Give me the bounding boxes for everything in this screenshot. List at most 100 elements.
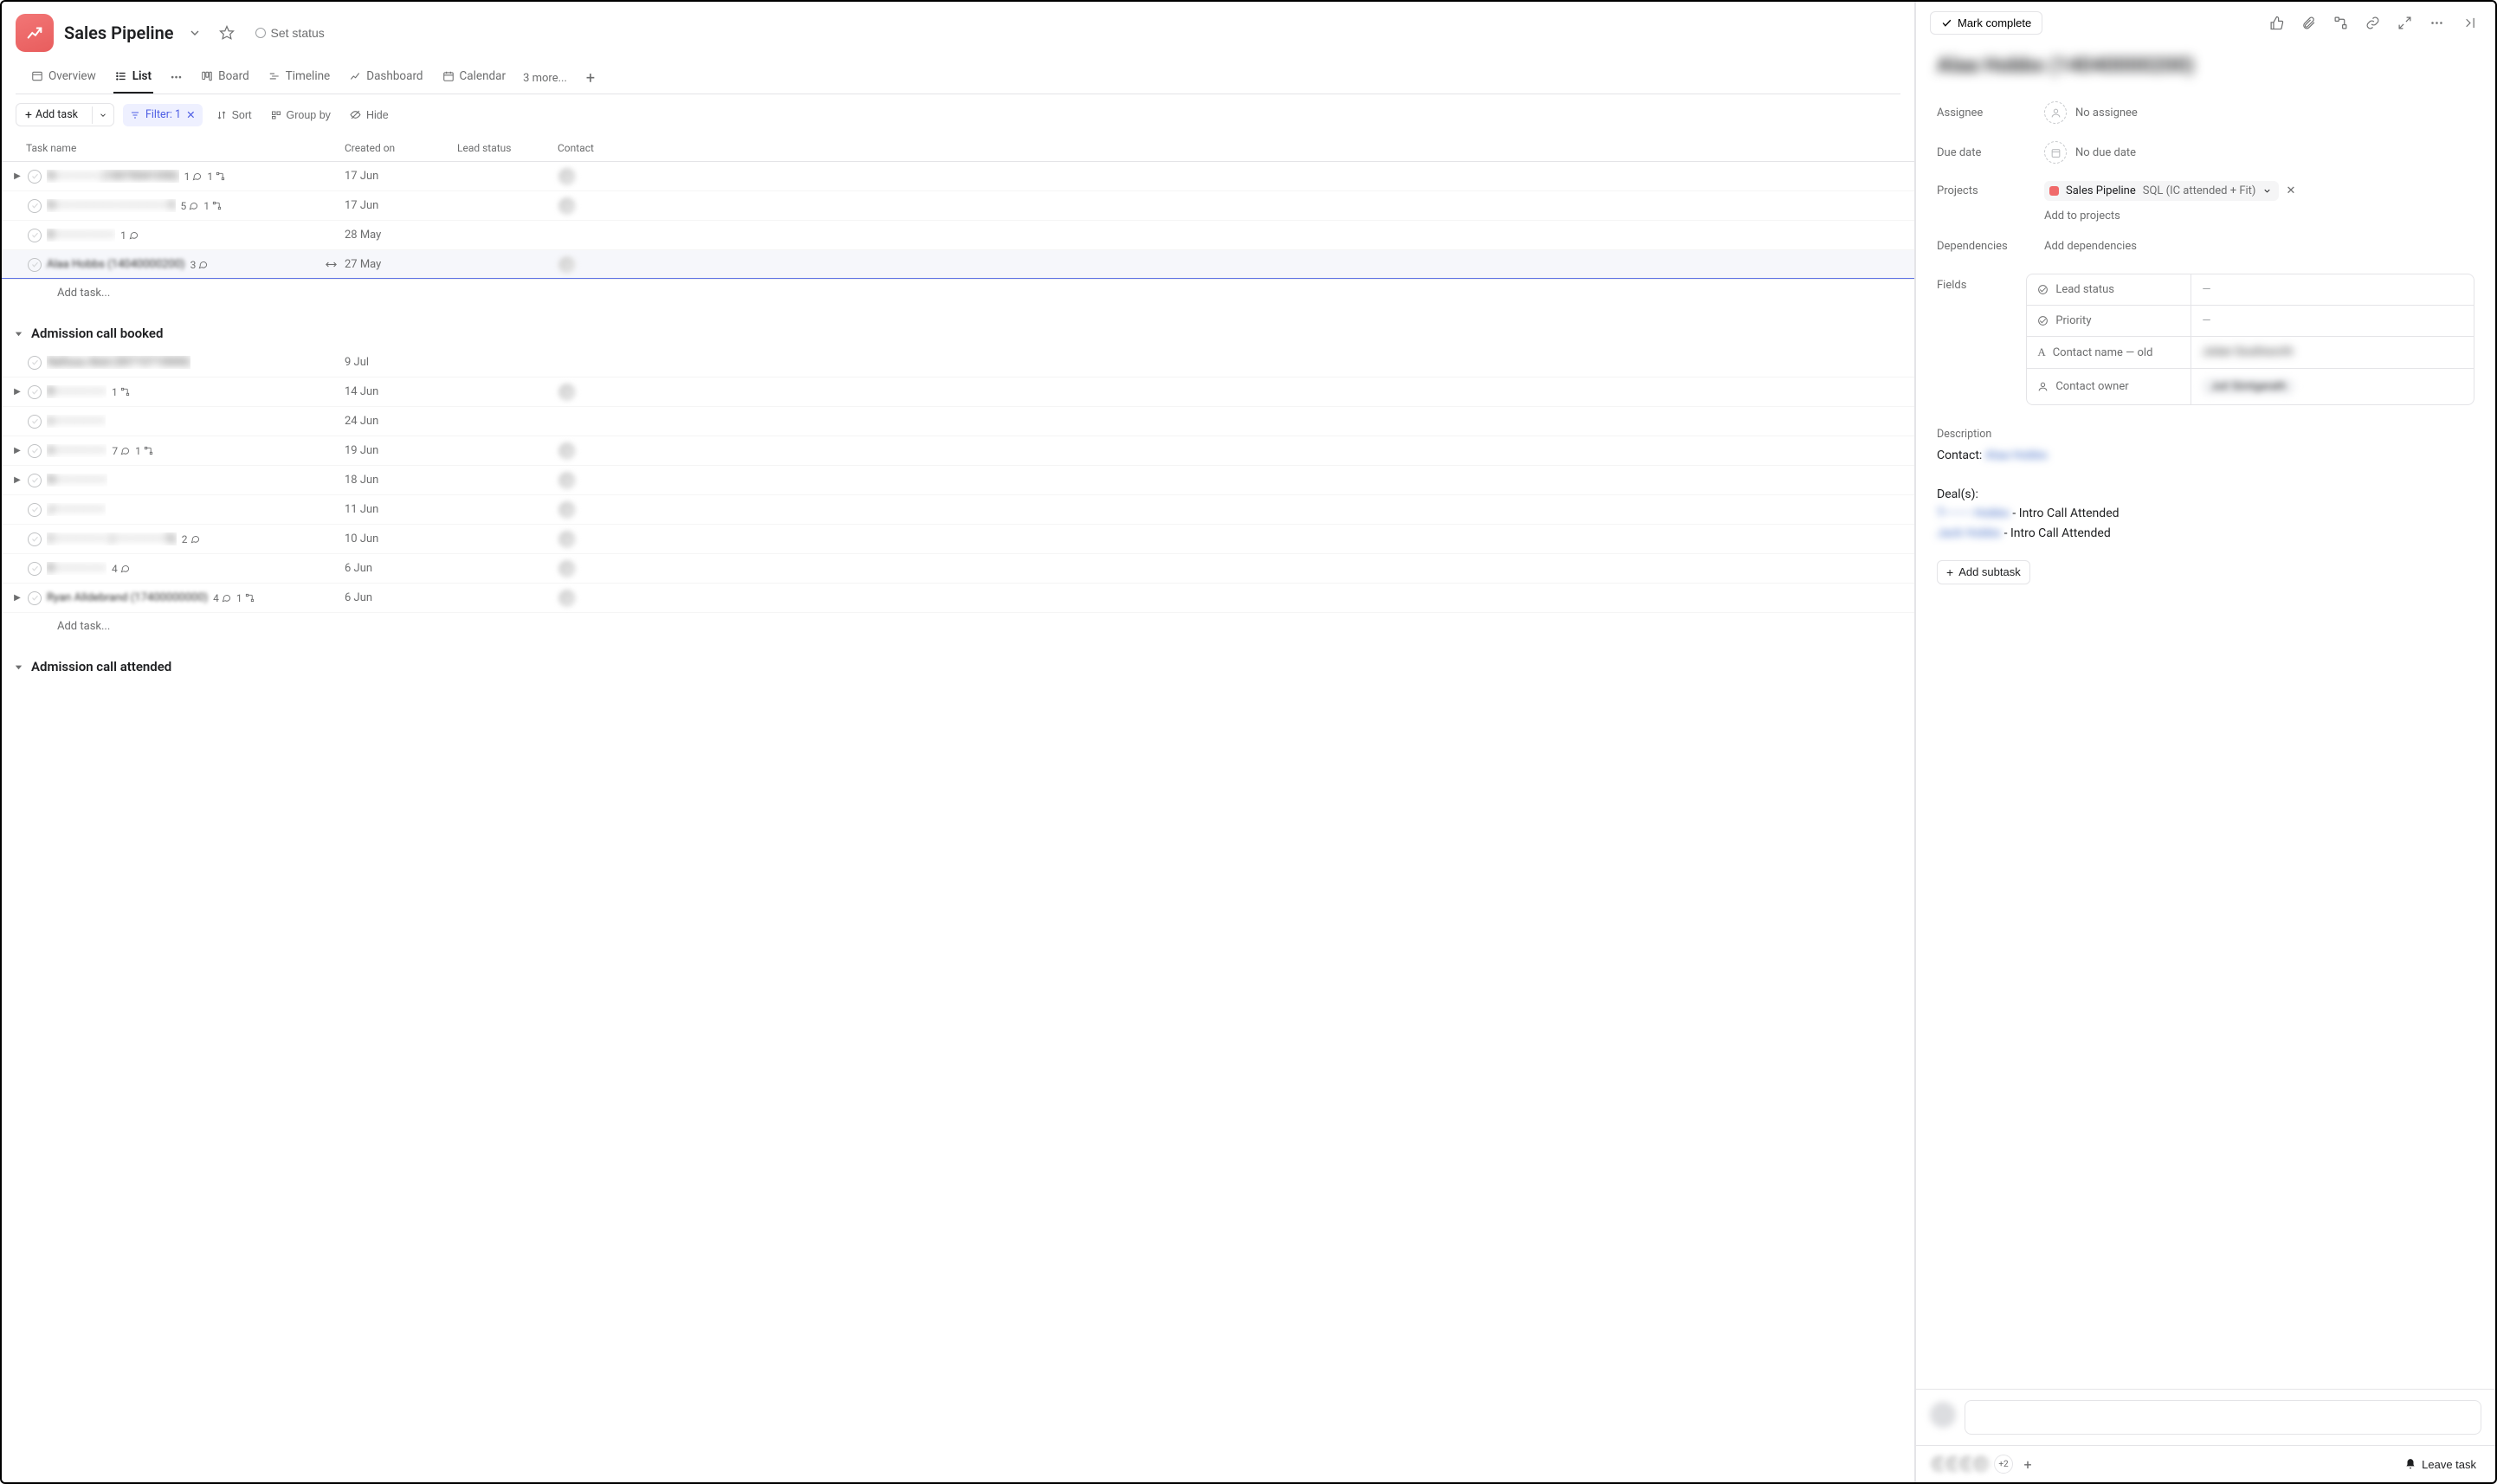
task-row[interactable]: ▶Alaa Hobbs (14040000200)3 27 May <box>2 250 1914 280</box>
created-date: 18 Jun <box>345 474 457 487</box>
tab-overview[interactable]: Overview <box>29 62 98 94</box>
add-subtask-button[interactable]: +Add subtask <box>1937 560 2030 584</box>
attachment-icon[interactable] <box>2296 10 2321 35</box>
field-lead-status[interactable]: Lead status — <box>2027 274 2474 306</box>
set-status-button[interactable]: Set status <box>248 23 332 43</box>
task-row[interactable]: ▶N————— (10070041050)1 1 17 Jun <box>2 162 1914 191</box>
deal-link-2[interactable]: Jack Hobbs <box>1937 526 2001 540</box>
duedate-value[interactable]: No due date <box>2044 141 2474 164</box>
expand-caret-icon[interactable]: ▶ <box>12 387 23 397</box>
column-created[interactable]: Created on <box>345 142 457 154</box>
assignee-value[interactable]: No assignee <box>2044 101 2474 124</box>
tab-board[interactable]: Board <box>199 62 251 94</box>
expand-caret-icon[interactable]: ▶ <box>12 171 23 181</box>
complete-checkbox[interactable] <box>28 562 42 576</box>
like-icon[interactable] <box>2264 10 2289 35</box>
field-priority[interactable]: Priority — <box>2027 306 2474 337</box>
column-taskname[interactable]: Task name <box>2 142 345 154</box>
task-row[interactable]: ▶Nafissa Abid (00710710000)9 Jul <box>2 348 1914 377</box>
dependencies-label: Dependencies <box>1937 240 2044 253</box>
chevron-down-icon[interactable] <box>2262 186 2272 196</box>
field-contact-name-old[interactable]: AContact name — old Julian Southworth <box>2027 337 2474 369</box>
comment-count-badge: 4 <box>112 563 130 575</box>
complete-checkbox[interactable] <box>28 229 42 242</box>
complete-checkbox[interactable] <box>28 170 42 184</box>
section-caret-icon[interactable] <box>12 661 24 673</box>
field-contact-owner[interactable]: Contact owner Juli Söntgerath <box>2027 369 2474 404</box>
filter-clear-icon[interactable]: ✕ <box>186 108 195 122</box>
expand-icon[interactable] <box>2392 10 2417 35</box>
subtask-icon[interactable] <box>2328 10 2353 35</box>
task-row[interactable]: ▶n——————24 Jun <box>2 407 1914 436</box>
more-tabs[interactable]: 3 more... <box>523 72 567 85</box>
complete-checkbox[interactable] <box>28 591 42 605</box>
hide-button[interactable]: Hide <box>345 106 394 125</box>
close-panel-icon[interactable] <box>2456 10 2481 35</box>
complete-checkbox[interactable] <box>28 532 42 546</box>
task-row[interactable]: ▶B———————1 28 May <box>2 221 1914 250</box>
task-detail-title[interactable]: Alaa Hobbs (14040000200) <box>1937 44 2474 93</box>
complete-checkbox[interactable] <box>28 258 42 272</box>
remove-project-icon[interactable]: ✕ <box>2284 184 2297 197</box>
complete-checkbox[interactable] <box>28 385 42 399</box>
project-dropdown-chevron[interactable] <box>184 23 205 43</box>
group-by-button[interactable]: Group by <box>266 106 336 125</box>
column-contact[interactable]: Contact <box>558 142 610 154</box>
task-row[interactable]: ▶B——————1 14 Jun <box>2 377 1914 407</box>
expand-caret-icon[interactable]: ▶ <box>12 593 23 603</box>
filter-chip[interactable]: Filter: 1 ✕ <box>123 104 203 126</box>
add-task-button[interactable]: +Add task <box>16 103 114 126</box>
tab-timeline[interactable]: Timeline <box>267 62 332 94</box>
add-dependencies[interactable]: Add dependencies <box>2044 240 2137 253</box>
more-icon[interactable] <box>2424 10 2449 35</box>
person-icon <box>2044 101 2067 124</box>
complete-checkbox[interactable] <box>28 415 42 429</box>
task-name: N————— (10070041050) <box>47 170 179 183</box>
task-row[interactable]: ▶C—————— (——————5)2 10 Jun <box>2 525 1914 554</box>
complete-checkbox[interactable] <box>28 503 42 517</box>
add-task-placeholder[interactable]: Add task... <box>2 613 1914 648</box>
star-icon[interactable] <box>216 22 238 44</box>
sort-button[interactable]: Sort <box>211 106 257 125</box>
collaborators-stack[interactable] <box>1930 1455 1985 1474</box>
deal-link-1[interactable]: T——— Hobbs <box>1937 506 2010 520</box>
comment-input[interactable] <box>1965 1400 2481 1435</box>
task-name: A—————— <box>47 444 106 457</box>
add-task-placeholder[interactable]: Add task... <box>2 280 1914 315</box>
add-tab-button[interactable]: + <box>583 69 598 87</box>
task-name: B——————— <box>47 229 115 242</box>
column-lead[interactable]: Lead status <box>457 142 558 154</box>
task-row[interactable]: ▶J——————11 Jun <box>2 495 1914 525</box>
task-description[interactable]: Contact: Alaa Hobbs Deal(s): T——— Hobbs … <box>1937 446 2474 543</box>
add-collaborator-button[interactable]: + <box>2018 1455 2037 1474</box>
complete-checkbox[interactable] <box>28 474 42 487</box>
move-task-icon[interactable] <box>325 258 338 271</box>
complete-checkbox[interactable] <box>28 199 42 213</box>
add-task-dropdown[interactable] <box>92 106 113 124</box>
link-icon[interactable] <box>2360 10 2385 35</box>
project-chip[interactable]: Sales Pipeline SQL (IC attended + Fit) <box>2044 181 2279 201</box>
task-row[interactable]: ▶B——————4 6 Jun <box>2 554 1914 584</box>
description-contact-link[interactable]: Alaa Hobbs <box>1985 448 2048 462</box>
add-to-projects[interactable]: Add to projects <box>2044 210 2120 223</box>
mark-complete-button[interactable]: Mark complete <box>1930 11 2042 35</box>
section-caret-icon[interactable] <box>12 327 24 339</box>
comment-count-badge: 7 <box>112 445 130 457</box>
contact-avatar <box>558 589 610 608</box>
tab-dashboard[interactable]: Dashboard <box>347 62 424 94</box>
list-tab-menu-icon[interactable]: ••• <box>169 72 184 85</box>
complete-checkbox[interactable] <box>28 444 42 458</box>
expand-caret-icon[interactable]: ▶ <box>12 475 23 485</box>
task-name: Alaa Hobbs (14040000200) <box>47 258 185 271</box>
task-name: Nafissa Abid (00710710000) <box>47 356 190 369</box>
task-row[interactable]: ▶Ryan Alldebrand (17400000000)4 1 6 Jun <box>2 584 1914 613</box>
complete-checkbox[interactable] <box>28 356 42 370</box>
tab-calendar[interactable]: Calendar <box>441 62 508 94</box>
task-row[interactable]: ▶N—————————————55 1 17 Jun <box>2 191 1914 221</box>
task-row[interactable]: ▶A——————7 1 19 Jun <box>2 436 1914 466</box>
extra-collaborators-badge[interactable]: +2 <box>1994 1455 2013 1474</box>
leave-task-button[interactable]: Leave task <box>2399 1457 2481 1472</box>
task-row[interactable]: ▶N——————18 Jun <box>2 466 1914 495</box>
expand-caret-icon[interactable]: ▶ <box>12 446 23 455</box>
tab-list[interactable]: List <box>113 62 153 94</box>
